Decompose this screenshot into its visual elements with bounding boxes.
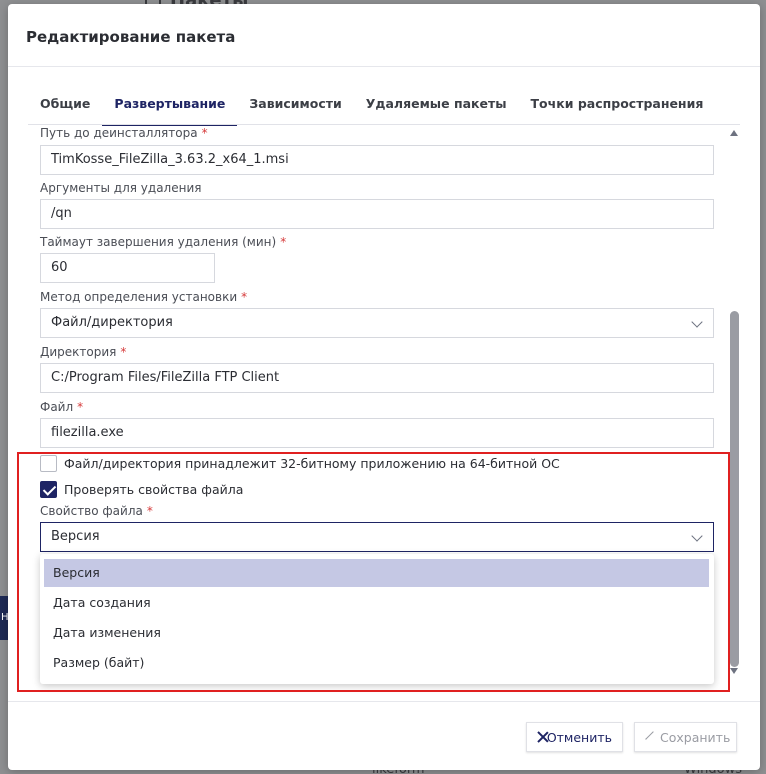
required-mark: *: [201, 126, 208, 140]
directory-input[interactable]: C:/Program Files/FileZilla FTP Client: [40, 363, 714, 393]
detection-method-label: Метод определения установки *: [40, 290, 248, 304]
tab-deployment[interactable]: Развертывание: [102, 90, 238, 126]
save-button[interactable]: Сохранить: [634, 722, 737, 752]
check-icon: [645, 731, 654, 740]
uninstall-timeout-label: Таймаут завершения удаления (мин) *: [40, 235, 287, 249]
save-button-label: Сохранить: [660, 729, 731, 745]
tabs-divider: [28, 124, 740, 125]
scroll-down-arrow-icon[interactable]: [730, 668, 738, 674]
close-icon: [537, 731, 541, 743]
dialog-title: Редактирование пакета: [26, 28, 236, 46]
uninstaller-path-label: Путь до деинсталлятора *: [40, 126, 208, 140]
scrollbar-thumb[interactable]: [730, 311, 739, 667]
uninstall-args-label: Аргументы для удаления: [40, 181, 202, 195]
header-divider: [8, 66, 760, 67]
tab-removed-packages[interactable]: Удаляемые пакеты: [354, 90, 519, 126]
cancel-button-label: Отменить: [546, 729, 612, 745]
uninstaller-path-input[interactable]: TimKosse_FileZilla_3.63.2_x64_1.msi: [40, 145, 714, 175]
required-mark: *: [241, 290, 248, 304]
detection-method-value: Файл/директория: [51, 315, 173, 330]
tab-distribution-points[interactable]: Точки распространения: [519, 90, 716, 126]
uninstall-timeout-input[interactable]: 60: [40, 253, 215, 283]
tab-bar: Общие Развертывание Зависимости Удаляемы…: [28, 90, 715, 126]
scroll-up-arrow-icon[interactable]: [730, 130, 738, 136]
edit-package-dialog: Редактирование пакета Общие Развертывани…: [8, 4, 760, 770]
background-sidebar-strip: Н: [0, 596, 9, 640]
directory-label: Директория *: [40, 345, 127, 359]
annotation-highlight-box: [17, 452, 730, 692]
required-mark: *: [77, 400, 84, 414]
tab-dependencies[interactable]: Зависимости: [237, 90, 353, 126]
cancel-button[interactable]: Отменить: [526, 722, 623, 752]
tab-general[interactable]: Общие: [28, 90, 102, 126]
chevron-down-icon: [691, 316, 703, 328]
file-input[interactable]: filezilla.exe: [40, 418, 714, 448]
footer-divider: [8, 701, 760, 702]
uninstall-args-input[interactable]: /qn: [40, 199, 714, 229]
detection-method-select[interactable]: Файл/директория: [40, 308, 714, 338]
file-label: Файл *: [40, 400, 84, 414]
required-mark: *: [120, 345, 127, 359]
required-mark: *: [280, 235, 287, 249]
